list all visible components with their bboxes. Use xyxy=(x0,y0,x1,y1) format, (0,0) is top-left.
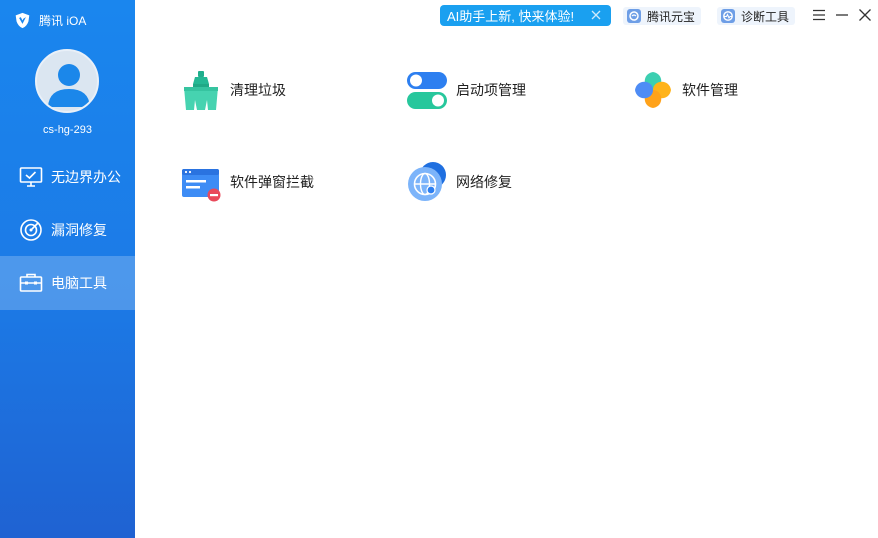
tool-label: 启动项管理 xyxy=(456,82,526,98)
toggle-icon xyxy=(407,72,447,109)
yuanbao-icon xyxy=(627,9,641,23)
minimize-icon[interactable] xyxy=(835,8,849,22)
yuanbao-label: 腾讯元宝 xyxy=(647,9,696,24)
app-name: 腾讯 iOA xyxy=(39,13,87,28)
sidebar-item-label: 无边界办公 xyxy=(51,169,121,185)
monitor-check-icon xyxy=(19,167,43,187)
diagnose-icon xyxy=(721,9,735,23)
tool-label: 软件管理 xyxy=(682,82,738,98)
brand: 腾讯 iOA xyxy=(14,10,86,30)
promo-text: AI助手上新, 快来体验! xyxy=(447,9,575,24)
tool-startup-manager[interactable]: 启动项管理 xyxy=(407,68,526,112)
radar-icon xyxy=(20,219,42,241)
tool-software-manager[interactable]: 软件管理 xyxy=(633,68,738,112)
close-icon[interactable] xyxy=(858,8,872,22)
avatar[interactable] xyxy=(35,49,99,113)
sidebar-item-pc-tools[interactable]: 电脑工具 xyxy=(0,256,135,310)
tool-network-repair[interactable]: 网络修复 xyxy=(407,160,512,204)
sidebar-item-label: 漏洞修复 xyxy=(51,222,107,238)
ai-assistant-promo-banner[interactable]: AI助手上新, 快来体验! xyxy=(440,5,611,26)
sidebar-item-borderless-office[interactable]: 无边界办公 xyxy=(0,150,135,204)
diagnose-label: 诊断工具 xyxy=(741,9,790,24)
menu-icon[interactable] xyxy=(812,8,826,22)
toolbox-icon xyxy=(19,273,43,292)
close-icon[interactable] xyxy=(590,9,602,21)
username: cs-hg-293 xyxy=(43,124,92,136)
tool-popup-blocker[interactable]: 软件弹窗拦截 xyxy=(181,160,314,204)
sidebar-item-vulnerability-fix[interactable]: 漏洞修复 xyxy=(0,203,135,257)
network-globe-icon xyxy=(408,162,446,201)
broom-icon xyxy=(184,71,218,110)
clover-icon xyxy=(635,72,671,108)
tool-label: 网络修复 xyxy=(456,174,512,190)
diagnose-tool-button[interactable]: 诊断工具 xyxy=(717,7,796,25)
ioa-logo-icon xyxy=(15,12,30,28)
popup-block-icon xyxy=(182,169,221,202)
sidebar-item-label: 电脑工具 xyxy=(51,275,107,291)
user-avatar-icon xyxy=(48,64,90,107)
tool-clean-junk[interactable]: 清理垃圾 xyxy=(181,68,286,112)
tool-label: 软件弹窗拦截 xyxy=(230,174,314,190)
tool-label: 清理垃圾 xyxy=(230,82,286,98)
yuanbao-button[interactable]: 腾讯元宝 xyxy=(623,7,702,25)
sidebar: 腾讯 iOA cs-hg-293 无边界办公 漏洞修复 电脑工具 xyxy=(0,0,135,538)
